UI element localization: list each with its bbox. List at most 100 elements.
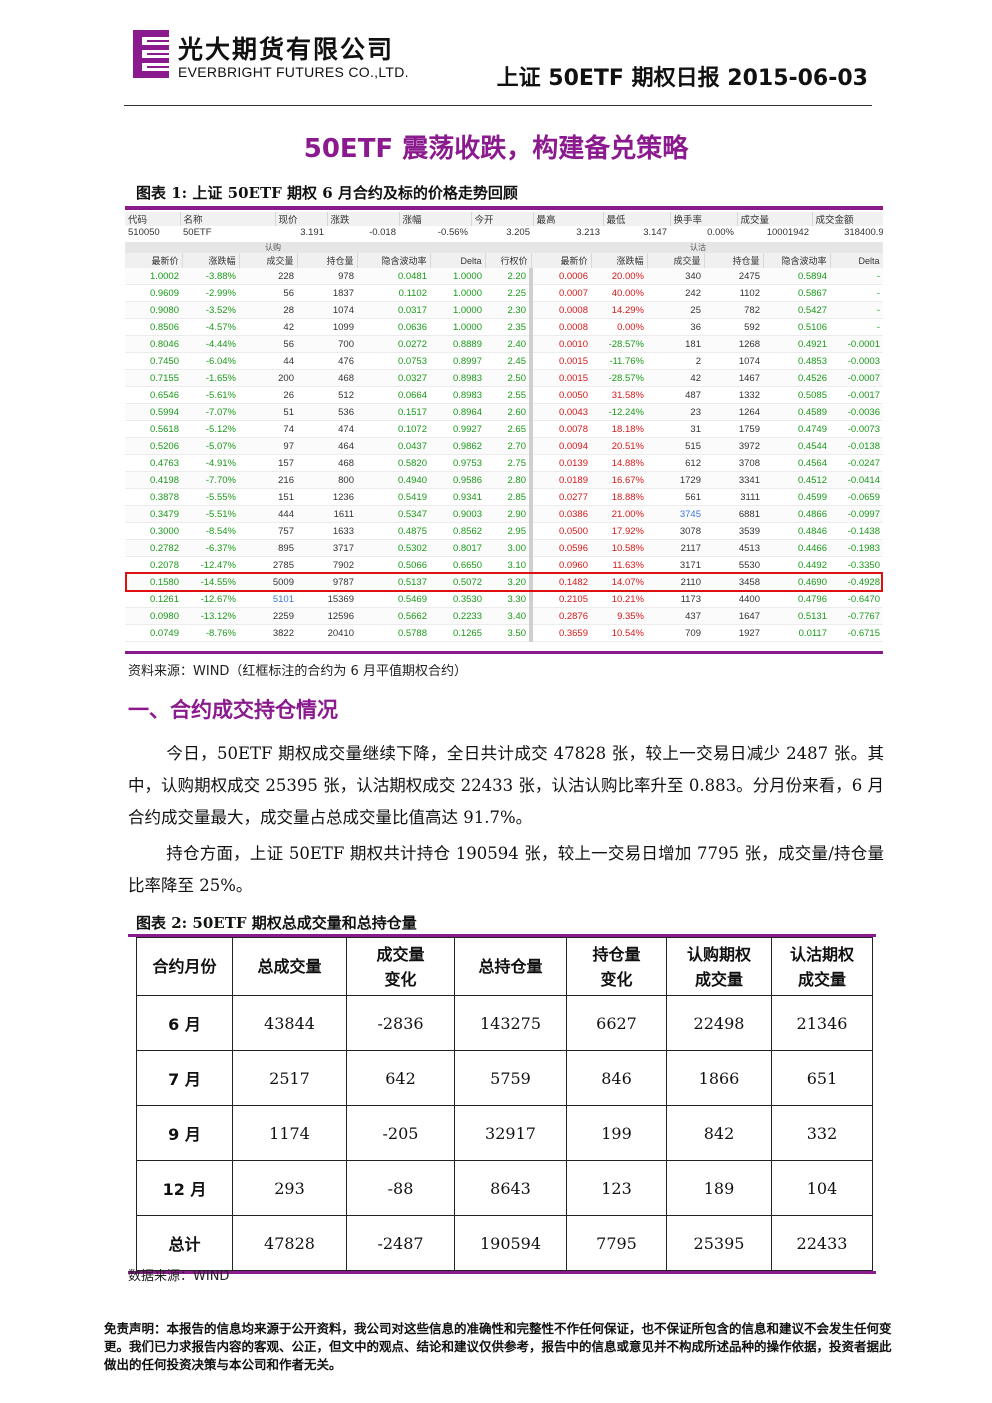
main-title: 50ETF 震荡收跌，构建备兑策略 — [303, 134, 689, 164]
paragraph-1-text: 今日，50ETF 期权成交量继续下降，全日共计成交 47828 张，较上一交易日… — [128, 744, 884, 827]
option-cell: 0.3000 — [125, 522, 182, 540]
option-cell: 28 — [239, 301, 297, 319]
option-cell: 468 — [297, 454, 357, 472]
option-cell: - — [830, 284, 883, 302]
option-cell: 0.6546 — [125, 386, 182, 404]
option-cell: 0.4796 — [763, 590, 830, 608]
option-cell: 0.8983 — [430, 369, 485, 387]
option-cell: 0.6650 — [430, 556, 485, 574]
option-cell: -12.67% — [182, 590, 239, 608]
table2-cell: -2487 — [346, 1215, 455, 1271]
option-cell: 10.21% — [591, 590, 647, 608]
option-row: 0.4763 -4.91% 157 468 0.5820 0.9753 2.75 0.0139… — [125, 454, 883, 472]
option-cell: -0.0247 — [830, 454, 883, 472]
option-cell: 36 — [647, 318, 704, 336]
option-cell: 1.0002 — [125, 268, 182, 285]
option-cell: 0.0980 — [125, 607, 182, 625]
option-cell: - — [830, 268, 883, 285]
option-cell: 3.50 — [485, 624, 533, 642]
option-cell: -0.7767 — [830, 607, 883, 625]
table2-row-header: 总计 — [136, 1215, 233, 1271]
option-cell: 0.4875 — [357, 522, 430, 540]
section1-paragraph-2: 持仓方面，上证 50ETF 期权共计持仓 190594 张，较上一交易日增加 7… — [128, 838, 884, 902]
option-cell: -4.57% — [182, 318, 239, 336]
option-cell: -0.0036 — [830, 403, 883, 421]
option-cell: 3.00 — [485, 539, 533, 557]
option-cell: 0.2105 — [531, 590, 591, 608]
option-row: 0.9609 -2.99% 56 1837 0.1102 1.0000 2.25 0.0007… — [125, 284, 883, 302]
option-cell: 782 — [704, 301, 763, 319]
section1-heading: 一、合约成交持仓情况 — [128, 698, 338, 722]
option-cell: 0.0272 — [357, 335, 430, 353]
option-cell: -12.24% — [591, 403, 647, 421]
option-cell: 3717 — [297, 539, 357, 557]
option-cell: 0.0008 — [531, 301, 591, 319]
option-cell: 1.0000 — [430, 284, 485, 302]
quote-header-cell: 涨幅 — [399, 212, 472, 226]
quote-header-cell: 现价 — [275, 212, 328, 226]
option-row: 0.3878 -5.55% 151 1236 0.5419 0.9341 2.85 0.027… — [125, 488, 883, 506]
option-cell: 0.3530 — [430, 590, 485, 608]
option-cell: -28.57% — [591, 369, 647, 387]
option-cell: -2.99% — [182, 284, 239, 302]
option-cell: 0.9862 — [430, 437, 485, 455]
option-cell: 2.45 — [485, 352, 533, 370]
option-cell: 151 — [239, 488, 297, 506]
option-cell: 0.00% — [591, 318, 647, 336]
table2-row: 总计 47828 -2487 190594 7795 25395 22433 — [136, 1215, 873, 1271]
call-section-label: 认购 — [265, 243, 281, 252]
option-cell: 0.8964 — [430, 403, 485, 421]
company-logo-icon — [133, 30, 169, 78]
option-cell: 2.25 — [485, 284, 533, 302]
option-cell: 51 — [239, 403, 297, 421]
option-cell: 1927 — [704, 624, 763, 642]
option-cell: -1.65% — [182, 369, 239, 387]
option-cell: 0.8506 — [125, 318, 182, 336]
option-cell: -6.04% — [182, 352, 239, 370]
option-cell: 895 — [239, 539, 297, 557]
option-cell: 0.4853 — [763, 352, 830, 370]
option-cell: 5530 — [704, 556, 763, 574]
option-cell: 536 — [297, 403, 357, 421]
option-cell: 0.1517 — [357, 403, 430, 421]
option-cell: 3111 — [704, 488, 763, 506]
option-cell: 2.20 — [485, 268, 533, 285]
option-row: 0.9080 -3.52% 28 1074 0.0317 1.0000 2.30 0.0008… — [125, 301, 883, 319]
option-cell: 1467 — [704, 369, 763, 387]
option-cell: 56 — [239, 335, 297, 353]
option-cell: 0.0277 — [531, 488, 591, 506]
option-row: 0.5994 -7.07% 51 536 0.1517 0.8964 2.60 0.0043-… — [125, 403, 883, 421]
table2-cell: 47828 — [232, 1215, 347, 1271]
table2-cell: 293 — [232, 1160, 347, 1216]
quote-header-cell: 成交金额 — [812, 212, 883, 226]
option-cell: 228 — [239, 268, 297, 285]
option-cell: 1759 — [704, 420, 763, 438]
option-header-cell: 成交量 — [647, 253, 705, 268]
option-header-cell: Delta — [430, 253, 486, 268]
option-cell: 0.0437 — [357, 437, 430, 455]
option-cell: -0.0138 — [830, 437, 883, 455]
quote-header-cell: 代码 — [125, 212, 181, 226]
option-cell: 0.5662 — [357, 607, 430, 625]
option-cell: 592 — [704, 318, 763, 336]
option-header-cell: 持仓量 — [704, 253, 764, 268]
option-cell: 2 — [647, 352, 704, 370]
option-cell: 0.4921 — [763, 335, 830, 353]
option-cell: 978 — [297, 268, 357, 285]
option-cell: 0.5427 — [763, 301, 830, 319]
option-cell: 2.75 — [485, 454, 533, 472]
option-cell: 0.5894 — [763, 268, 830, 285]
header-line-2: 变化 — [600, 969, 633, 989]
option-header-cell: 最新价 — [125, 253, 183, 268]
option-cell: 0.5106 — [763, 318, 830, 336]
table2-cell: 651 — [771, 1050, 873, 1106]
header-line-1: 成交量 — [376, 944, 425, 964]
header-line-1: 总持仓量 — [478, 957, 543, 976]
option-cell: 0.0481 — [357, 268, 430, 285]
option-cell: 0.3479 — [125, 505, 182, 523]
option-cell: 200 — [239, 369, 297, 387]
option-header-row: 最新价 涨跌幅 成交量 持仓量 隐含波动率 Delta 行权价 最新价 涨跌幅 成交量 持仓量 隐含波… — [125, 253, 883, 268]
table2-cell: 22433 — [771, 1215, 873, 1271]
option-header-cell: 行权价 — [485, 253, 532, 268]
option-cell: 14.88% — [591, 454, 647, 472]
